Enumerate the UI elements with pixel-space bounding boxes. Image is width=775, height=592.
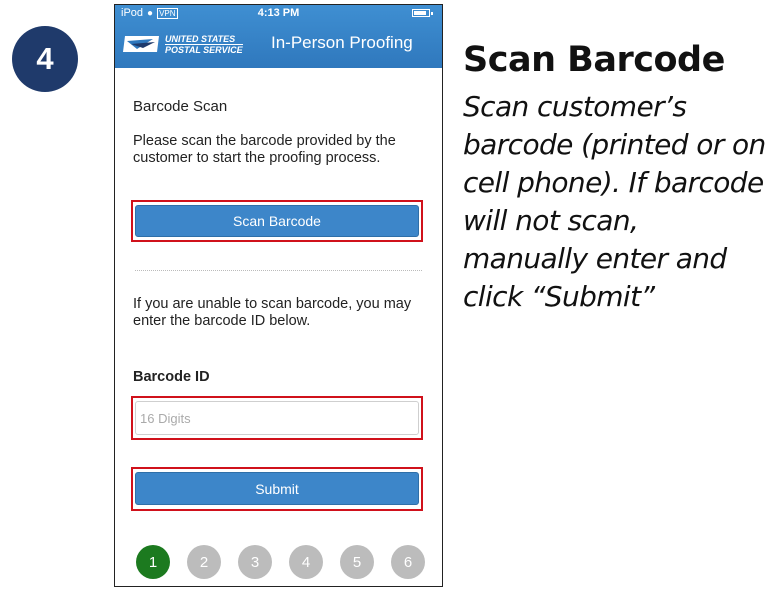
scan-barcode-button[interactable]: Scan Barcode — [135, 205, 419, 237]
phone-screenshot: iPod ● VPN 4:13 PM UNITED STATES POSTAL … — [114, 4, 443, 587]
app-title: In-Person Proofing — [271, 33, 413, 52]
submit-button[interactable]: Submit — [135, 472, 419, 505]
scan-instructions: Please scan the barcode provided by the … — [133, 133, 396, 166]
main-content: Barcode Scan Please scan the barcode pro… — [115, 98, 442, 167]
step-dot-6: 6 — [391, 545, 425, 579]
app-header: iPod ● VPN 4:13 PM UNITED STATES POSTAL … — [115, 5, 442, 68]
step-dot-2: 2 — [187, 545, 221, 579]
logo-line2: POSTAL SERVICE — [165, 44, 243, 55]
logo-text: UNITED STATES POSTAL SERVICE — [165, 34, 243, 55]
status-bar: iPod ● VPN 4:13 PM — [115, 5, 442, 22]
manual-entry-instructions: If you are unable to scan barcode, you m… — [133, 296, 412, 329]
barcode-id-label: Barcode ID — [133, 369, 210, 385]
step-dot-5: 5 — [340, 545, 374, 579]
navigation-bar: UNITED STATES POSTAL SERVICE In-Person P… — [115, 22, 442, 68]
section-divider — [135, 270, 422, 271]
step-dot-1: 1 — [136, 545, 170, 579]
eagle-logo-icon — [123, 36, 159, 52]
side-panel: Scan Barcode Scan customer’s barcode (pr… — [463, 40, 768, 316]
barcode-id-input[interactable] — [135, 401, 419, 435]
battery-icon — [412, 9, 433, 17]
side-panel-description: Scan customer’s barcode (printed or on c… — [463, 90, 766, 313]
side-panel-title: Scan Barcode — [463, 40, 725, 80]
status-time: 4:13 PM — [257, 7, 300, 19]
page-title: Barcode Scan — [133, 98, 228, 115]
progress-steps: 1 2 3 4 5 6 — [136, 545, 425, 579]
step-dot-4: 4 — [289, 545, 323, 579]
step-number-badge: 4 — [12, 26, 78, 92]
usps-logo: UNITED STATES POSTAL SERVICE — [123, 32, 243, 56]
logo-line1: UNITED STATES — [165, 34, 243, 45]
step-dot-3: 3 — [238, 545, 272, 579]
